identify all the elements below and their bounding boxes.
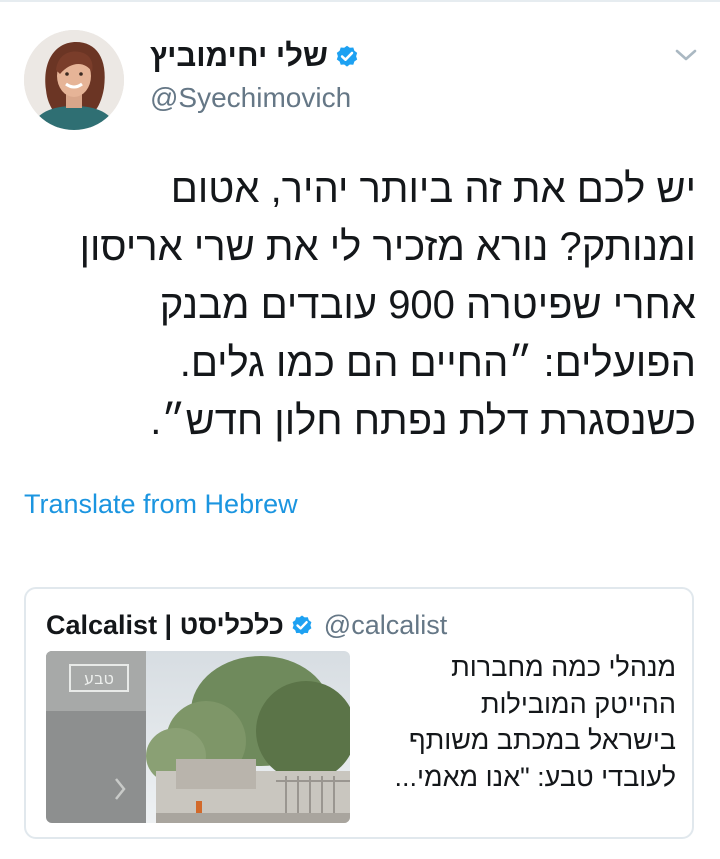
quoted-text-line: ההייטק המובילות xyxy=(480,688,676,719)
top-divider xyxy=(0,0,720,2)
quoted-text-line: בישראל במכתב משותף xyxy=(408,725,676,755)
tweet-page: שלי יחימוביץ @Syechimovich יש לכם את זה … xyxy=(0,0,720,859)
quoted-user-handle: @calcalist xyxy=(323,609,448,640)
sign-text: טבע xyxy=(84,669,114,688)
user-handle[interactable]: @Syechimovich xyxy=(150,82,360,114)
quoted-tweet-image[interactable]: טבע xyxy=(46,651,350,823)
tweet-text: יש לכם את זה ביותר יהיר, אטום ומנותק? נו… xyxy=(24,160,696,450)
display-name[interactable]: שלי יחימוביץ xyxy=(150,38,328,74)
building-photo: טבע xyxy=(46,651,350,823)
name-row: שלי יחימוביץ xyxy=(150,36,360,76)
tweet-text-line: הפועלים: ״החיים הם כמו גלים. xyxy=(179,341,696,385)
chevron-down-icon xyxy=(675,49,697,61)
quoted-display-name: Calcalist | כלכליסט xyxy=(46,609,284,640)
quoted-tweet-header: Calcalist | כלכליסט @calcalist xyxy=(46,607,447,643)
tweet-text-line: כשנסגרת דלת נפתח חלון חדש״. xyxy=(150,399,696,443)
quoted-text-line: מנהלי כמה מחברות xyxy=(451,652,676,682)
tweet-text-line: יש לכם את זה ביותר יהיר, אטום xyxy=(170,167,696,211)
quoted-tweet-text: מנהלי כמה מחברות ההייטק המובילות בישראל … xyxy=(366,649,676,795)
tweet-menu-button[interactable] xyxy=(668,40,704,70)
author-block: שלי יחימוביץ @Syechimovich xyxy=(150,36,360,114)
tweet-text-line: ומנותק? נורא מזכיר לי את שרי אריסון xyxy=(79,225,696,269)
tweet-text-line: אחרי שפיטרה 900 עובדים מבנק xyxy=(159,283,696,327)
profile-photo xyxy=(24,30,124,130)
verified-badge-icon xyxy=(334,43,360,69)
quoted-tweet-card[interactable]: Calcalist | כלכליסט @calcalist טבע מנהלי… xyxy=(24,587,694,839)
verified-badge-icon xyxy=(290,613,314,637)
translate-link[interactable]: Translate from Hebrew xyxy=(24,489,298,520)
avatar[interactable] xyxy=(24,30,124,130)
quoted-text-line: לעובדי טבע: "אנו מאמי... xyxy=(394,761,676,792)
